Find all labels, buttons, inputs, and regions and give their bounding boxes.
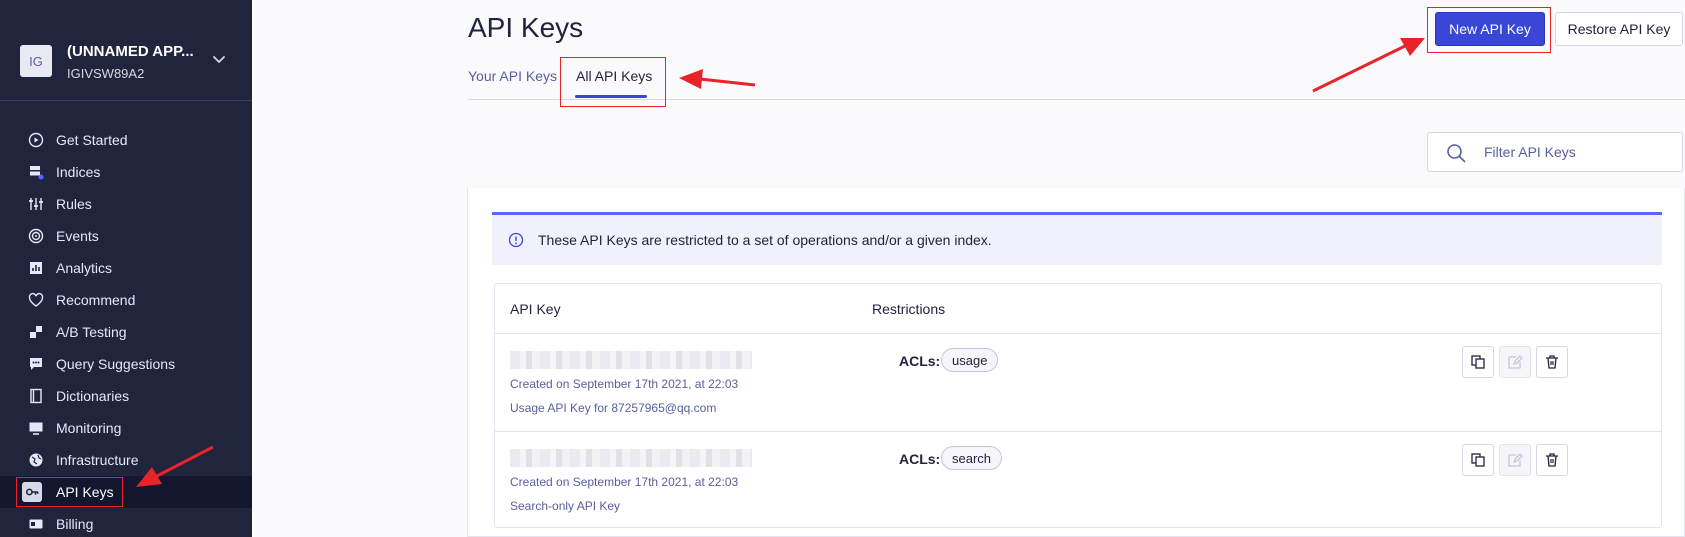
info-banner-text: These API Keys are restricted to a set o… bbox=[538, 232, 992, 248]
info-banner: These API Keys are restricted to a set o… bbox=[492, 212, 1662, 265]
sidebar-item-recommend[interactable]: Recommend bbox=[0, 284, 252, 316]
new-api-key-button[interactable]: New API Key bbox=[1435, 12, 1545, 46]
book-icon bbox=[28, 388, 44, 404]
app-name: (UNNAMED APP... bbox=[67, 43, 194, 60]
api-keys-card: These API Keys are restricted to a set o… bbox=[467, 188, 1685, 537]
acls-label: ACLs: bbox=[899, 353, 941, 369]
key-description: Search-only API Key bbox=[510, 499, 621, 513]
tab-all-api-keys[interactable]: All API Keys bbox=[576, 68, 652, 84]
restore-api-key-button[interactable]: Restore API Key bbox=[1555, 12, 1683, 46]
created-date: Created on September 17th 2021, at 22:03 bbox=[510, 377, 739, 391]
copy-icon bbox=[1471, 453, 1485, 467]
sidebar-item-label: Billing bbox=[56, 516, 94, 532]
chat-icon bbox=[28, 356, 44, 372]
table-row: Created on September 17th 2021, at 22:03… bbox=[495, 431, 1661, 528]
ab-test-icon bbox=[28, 324, 44, 340]
sliders-icon bbox=[28, 196, 44, 212]
copy-icon bbox=[1471, 355, 1485, 369]
sidebar-item-indices[interactable]: Indices bbox=[0, 156, 252, 188]
sidebar-item-label: Events bbox=[56, 228, 99, 244]
sidebar-item-label: Query Suggestions bbox=[56, 356, 176, 372]
trash-icon bbox=[1546, 355, 1558, 369]
copy-button[interactable] bbox=[1462, 444, 1494, 476]
filter-api-keys-input[interactable] bbox=[1484, 133, 1674, 171]
tab-bar: Your API Keys All API Keys bbox=[468, 62, 1685, 100]
key-icon bbox=[22, 482, 42, 502]
sidebar-item-label: Indices bbox=[56, 164, 101, 180]
sidebar-item-label: Infrastructure bbox=[56, 452, 139, 468]
sidebar-item-api-keys[interactable]: API Keys bbox=[0, 476, 252, 508]
sidebar-item-label: Recommend bbox=[56, 292, 136, 308]
table-row: Created on September 17th 2021, at 22:03… bbox=[495, 334, 1661, 431]
edit-icon bbox=[1508, 453, 1523, 467]
acls-label: ACLs: bbox=[899, 451, 941, 467]
target-icon bbox=[28, 228, 44, 244]
page-title: API Keys bbox=[468, 12, 584, 43]
search-icon bbox=[1447, 144, 1466, 163]
database-icon bbox=[28, 164, 44, 180]
app-id: IGIVSW89A2 bbox=[67, 66, 145, 81]
created-date: Created on September 17th 2021, at 22:03 bbox=[510, 475, 739, 489]
sidebar-item-ab-testing[interactable]: A/B Testing bbox=[0, 316, 252, 348]
credit-card-icon bbox=[28, 516, 44, 532]
acl-tag: search bbox=[941, 446, 1003, 470]
edit-button[interactable] bbox=[1499, 346, 1531, 378]
column-header-api-key: API Key bbox=[510, 301, 561, 317]
active-tab-indicator bbox=[575, 95, 647, 98]
sidebar-item-rules[interactable]: Rules bbox=[0, 188, 252, 220]
sidebar-item-label: Monitoring bbox=[56, 420, 122, 436]
sidebar-item-infrastructure[interactable]: Infrastructure bbox=[0, 444, 252, 476]
trash-icon bbox=[1546, 453, 1558, 467]
chevron-down-icon[interactable] bbox=[211, 51, 227, 67]
sidebar: IG (UNNAMED APP... IGIVSW89A2 Get Starte… bbox=[0, 0, 252, 537]
heart-icon bbox=[28, 292, 44, 308]
sidebar-item-label: Rules bbox=[56, 196, 92, 212]
sidebar-item-monitoring[interactable]: Monitoring bbox=[0, 412, 252, 444]
monitor-icon bbox=[28, 420, 44, 436]
edit-button[interactable] bbox=[1499, 444, 1531, 476]
sidebar-item-events[interactable]: Events bbox=[0, 220, 252, 252]
api-keys-table: API Key Restrictions Created on Septembe… bbox=[494, 283, 1662, 528]
copy-button[interactable] bbox=[1462, 346, 1494, 378]
app-switcher[interactable]: IG (UNNAMED APP... IGIVSW89A2 bbox=[0, 0, 252, 101]
bar-chart-icon bbox=[28, 260, 44, 276]
info-icon bbox=[508, 232, 524, 248]
sidebar-item-label: A/B Testing bbox=[56, 324, 127, 340]
sidebar-item-analytics[interactable]: Analytics bbox=[0, 252, 252, 284]
delete-button[interactable] bbox=[1536, 346, 1568, 378]
sidebar-item-label: Dictionaries bbox=[56, 388, 130, 404]
play-circle-icon bbox=[28, 132, 44, 148]
table-header: API Key Restrictions bbox=[495, 284, 1661, 334]
sidebar-item-query-suggestions[interactable]: Query Suggestions bbox=[0, 348, 252, 380]
globe-icon bbox=[28, 452, 44, 468]
sidebar-item-billing[interactable]: Billing bbox=[0, 508, 252, 537]
acl-tag: usage bbox=[941, 348, 999, 372]
delete-button[interactable] bbox=[1536, 444, 1568, 476]
tab-your-api-keys[interactable]: Your API Keys bbox=[468, 68, 557, 84]
sidebar-item-label: Analytics bbox=[56, 260, 113, 276]
edit-icon bbox=[1508, 355, 1523, 369]
sidebar-item-label: API Keys bbox=[56, 484, 114, 500]
sidebar-item-label: Get Started bbox=[56, 132, 128, 148]
sidebar-item-get-started[interactable]: Get Started bbox=[0, 124, 252, 156]
column-header-restrictions: Restrictions bbox=[872, 301, 946, 317]
sidebar-item-dictionaries[interactable]: Dictionaries bbox=[0, 380, 252, 412]
api-key-value-redacted[interactable] bbox=[510, 449, 752, 467]
sidebar-nav: Get Started Indices Rules Events Analyti… bbox=[0, 124, 252, 537]
filter-api-keys-field[interactable] bbox=[1427, 132, 1683, 172]
api-key-value-redacted[interactable] bbox=[510, 351, 752, 369]
app-avatar: IG bbox=[20, 45, 52, 77]
key-description: Usage API Key for 87257965@qq.com bbox=[510, 401, 717, 415]
